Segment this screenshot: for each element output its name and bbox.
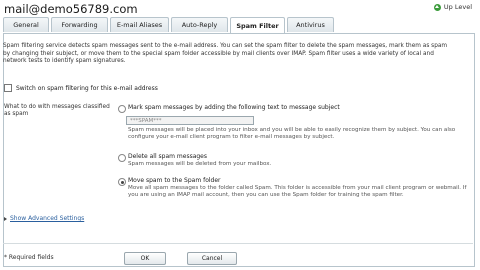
tab-spam-filter[interactable]: Spam Filter [230,17,285,33]
expand-arrow-icon [4,216,7,221]
tab-auto-reply[interactable]: Auto-Reply [171,17,228,32]
settings-panel [3,33,475,267]
mark-spam-radio[interactable] [118,105,126,113]
mark-spam-title: Mark spam messages by adding the followi… [128,104,340,111]
ok-button[interactable]: OK [124,252,166,265]
switch-on-checkbox[interactable] [4,84,12,92]
switch-on-row[interactable]: Switch on spam filtering for this e-mail… [4,84,158,92]
move-spam-radio[interactable] [118,178,126,186]
delete-spam-title: Delete all spam messages [128,153,207,160]
tab-general[interactable]: General [3,17,49,32]
spam-filter-description: Spam filtering service detects spam mess… [3,43,448,65]
show-advanced-settings-label: Show Advanced Settings [10,215,85,222]
show-advanced-settings-link[interactable]: Show Advanced Settings [4,215,84,222]
move-spam-title: Move spam to the Spam folder [128,177,221,184]
mark-spam-description: Spam messages will be placed into your i… [128,127,456,141]
tab-antivirus[interactable]: Antivirus [287,17,334,32]
switch-on-label: Switch on spam filtering for this e-mail… [16,84,158,92]
cancel-button[interactable]: Cancel [187,252,237,265]
spam-action-label: What to do with messages classified as s… [4,104,110,118]
tab-email-aliases[interactable]: E-mail Aliases [110,17,169,32]
tab-bar: General Forwarding E-mail Aliases Auto-R… [3,17,334,33]
required-fields-note: * Required fields [4,254,54,261]
page-title: mail@demo56789.com [4,2,138,16]
footer-divider [3,243,473,244]
delete-spam-description: Spam messages will be deleted from your … [128,161,272,167]
spam-subject-input[interactable] [126,116,254,125]
delete-spam-radio[interactable] [118,154,126,162]
up-arrow-icon [433,3,441,11]
up-level-label: Up Level [443,3,472,11]
move-spam-description: Move all spam messages to the folder cal… [128,185,467,199]
up-level-link[interactable]: Up Level [433,3,472,11]
tab-forwarding[interactable]: Forwarding [51,17,108,32]
